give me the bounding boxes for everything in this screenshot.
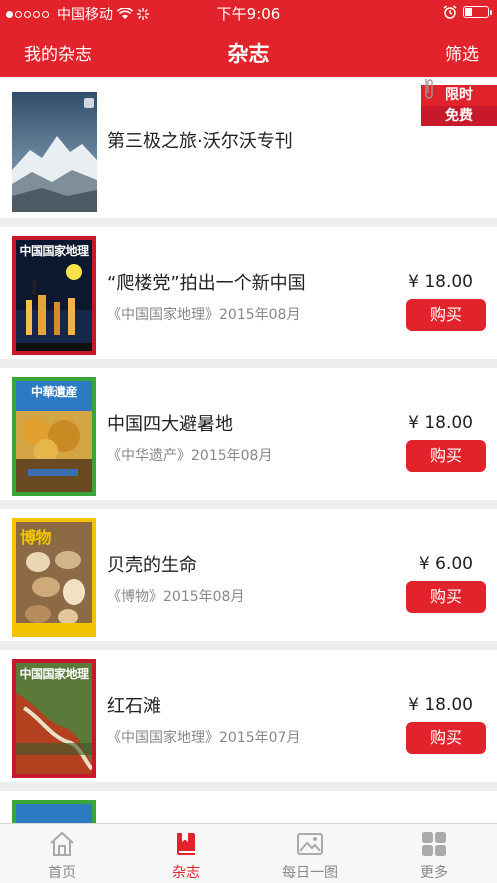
book-icon [177,833,195,855]
buy-button[interactable]: 购买 [406,440,486,472]
magazine-cover: 中華遺産 [12,377,96,496]
tab-home[interactable]: 首页 [0,824,124,883]
tab-bar: 首页 杂志 每日一图 更多 [0,823,497,883]
magazine-title: “爬楼党”拍出一个新中国 [107,273,306,294]
magazine-price: ¥ 6.00 [418,554,473,574]
magazine-price: ¥ 18.00 [408,413,473,433]
magazine-cover: 中国国家地理 [12,659,96,778]
buy-button[interactable]: 购买 [406,722,486,754]
home-icon [50,831,74,856]
tab-more[interactable]: 更多 [372,824,496,883]
magazine-title: 中国四大避暑地 [107,414,233,435]
tab-magazine[interactable]: 杂志 [124,824,248,883]
magazine-issue: 《中国国家地理》2015年08月 [107,307,301,323]
magazine-title: 红石滩 [107,696,161,717]
buy-button[interactable]: 购买 [406,581,486,613]
status-right [443,5,492,19]
magazine-cover [12,92,97,212]
magazine-cover: 博物 [12,518,96,637]
badge-line2: 免费 [421,106,497,126]
cover-masthead: 博物 [20,528,52,547]
cover-masthead: 中華遺産 [30,385,78,399]
magazine-price: ¥ 18.00 [408,272,473,292]
alarm-icon [443,5,457,19]
cover-masthead: 中国国家地理 [19,667,89,681]
tab-label: 更多 [420,865,448,881]
tab-daily-image[interactable]: 每日一图 [248,824,372,883]
limited-free-badge: 限时 免费 [421,79,497,127]
mountain-cover-image [12,92,97,212]
magazine-price: ¥ 18.00 [408,695,473,715]
magazine-item[interactable]: 中国国家地理 红石滩 《中国国家地理》2015年07月 ¥ 18.00 购买 [0,650,497,782]
magazine-issue: 《博物》2015年08月 [107,589,245,605]
filter-button[interactable]: 筛选 [445,40,479,65]
nav-bar: 我的杂志 杂志 筛选 [0,26,497,77]
cover-masthead: 中国国家地理 [19,244,89,258]
paperclip-icon [425,79,433,99]
magazine-item-featured[interactable]: 第三极之旅·沃尔沃专刊 限时 免费 [0,77,497,218]
magazine-item[interactable]: 中国国家地理 “爬楼党”拍出一个新中国 《中国国家地理》2015年08月 ¥ 1… [0,227,497,359]
battery-icon [463,6,492,18]
magazine-issue: 《中华遗产》2015年08月 [107,448,273,464]
magazine-title: 贝壳的生命 [107,555,197,576]
grid-icon [422,832,446,856]
tab-label: 首页 [48,865,76,881]
buy-button[interactable]: 购买 [406,299,486,331]
magazine-cover: 中国国家地理 [12,236,96,355]
magazine-item[interactable]: 中華遺産 中国四大避暑地 《中华遗产》2015年08月 ¥ 18.00 购买 [0,368,497,500]
magazine-issue: 《中国国家地理》2015年07月 [107,730,301,746]
magazine-title: 第三极之旅·沃尔沃专刊 [107,131,293,152]
status-time: 下午9:06 [216,5,281,23]
top-bar: 中国移动 下午9:06 我的杂志 杂志 筛选 [0,0,497,77]
status-bar: 中国移动 下午9:06 [0,0,497,26]
tab-label: 每日一图 [282,865,338,881]
magazine-item[interactable]: 博物 贝壳的生命 《博物》2015年08月 ¥ 6.00 购买 [0,509,497,641]
image-icon [297,833,323,855]
page-title: 杂志 [227,42,270,66]
tab-label: 杂志 [172,865,200,881]
